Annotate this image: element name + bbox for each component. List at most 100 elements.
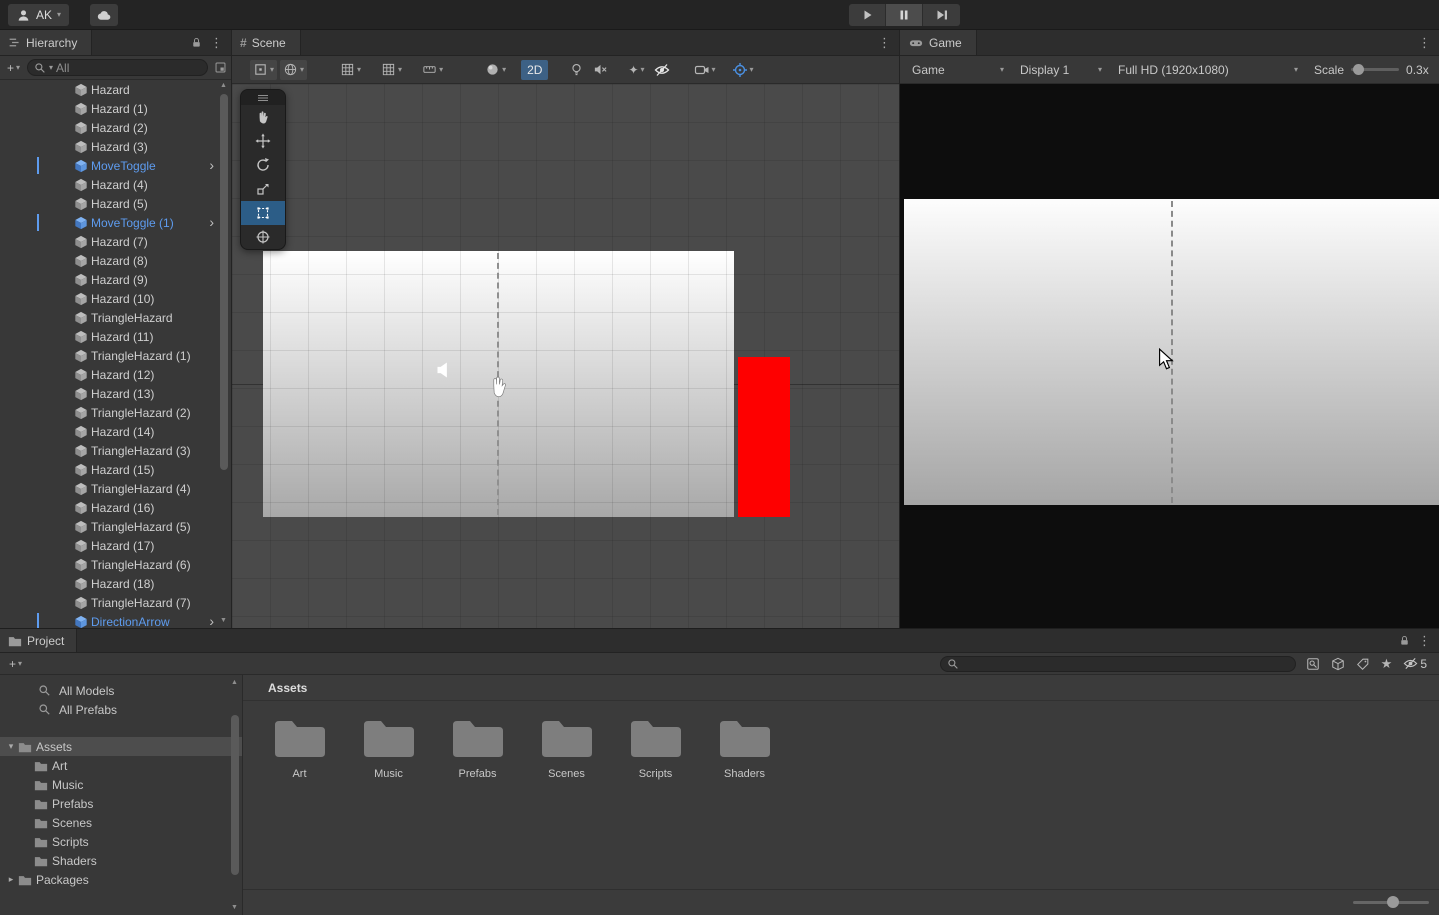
expander-closed-icon[interactable]: ▸ xyxy=(4,874,18,885)
transform-tool-button[interactable] xyxy=(241,225,285,249)
hierarchy-item[interactable]: DirectionArrow› xyxy=(0,612,218,628)
hierarchy-item[interactable]: MoveToggle› xyxy=(0,156,218,175)
snap-increment-button[interactable]: ▾ xyxy=(419,60,446,80)
hierarchy-scrollbar[interactable]: ▲ ▼ xyxy=(219,80,230,626)
draw-mode-button[interactable]: ▾ xyxy=(482,60,509,80)
hierarchy-item[interactable]: Hazard (13) xyxy=(0,384,218,403)
cloud-services-button[interactable] xyxy=(90,4,118,26)
gizmos-button[interactable]: ▾ xyxy=(729,60,757,80)
tab-scene[interactable]: # Scene xyxy=(232,30,301,55)
thumbnail-zoom-slider[interactable] xyxy=(1353,901,1429,904)
tool-settings-button[interactable]: ▾ xyxy=(250,60,277,80)
hierarchy-item[interactable]: Hazard (12) xyxy=(0,365,218,384)
hand-tool-button[interactable] xyxy=(241,105,285,129)
game-viewport[interactable] xyxy=(900,84,1439,628)
prefab-open-arrow[interactable]: › xyxy=(209,213,214,232)
scene-audio-toggle[interactable] xyxy=(590,60,611,80)
asset-folder[interactable]: Scenes xyxy=(522,717,611,780)
hierarchy-item[interactable]: Hazard (11) xyxy=(0,327,218,346)
project-search-field[interactable] xyxy=(940,656,1296,672)
lock-icon[interactable] xyxy=(190,36,203,49)
handle-orientation-button[interactable]: ▾ xyxy=(280,60,307,80)
asset-folder[interactable]: Prefabs xyxy=(433,717,522,780)
effects-dropdown-button[interactable]: ✦ ▾ xyxy=(625,60,647,80)
hierarchy-item[interactable]: Hazard (1) xyxy=(0,99,218,118)
zoom-slider-knob[interactable] xyxy=(1387,896,1399,908)
hierarchy-item[interactable]: TriangleHazard (4) xyxy=(0,479,218,498)
pause-button[interactable] xyxy=(886,4,923,26)
favorites-star-icon[interactable]: ★ xyxy=(1381,656,1393,672)
hierarchy-item[interactable]: Hazard (10) xyxy=(0,289,218,308)
favorite-item[interactable]: All Prefabs xyxy=(0,700,242,719)
scrollbar-thumb[interactable] xyxy=(220,94,228,470)
tree-item-packages[interactable]: ▸ Packages xyxy=(0,870,242,889)
asset-folder[interactable]: Art xyxy=(255,717,344,780)
hierarchy-item[interactable]: Hazard xyxy=(0,80,218,99)
hierarchy-item[interactable]: Hazard (14) xyxy=(0,422,218,441)
tree-folder-item[interactable]: Prefabs xyxy=(0,794,242,813)
scroll-down-icon[interactable]: ▼ xyxy=(231,904,238,911)
hierarchy-item[interactable]: TriangleHazard (6) xyxy=(0,555,218,574)
asset-folder[interactable]: Shaders xyxy=(700,717,789,780)
rect-tool-button[interactable] xyxy=(241,201,285,225)
step-button[interactable] xyxy=(923,4,960,26)
hierarchy-item[interactable]: MoveToggle (1)› xyxy=(0,213,218,232)
hierarchy-item[interactable]: TriangleHazard (3) xyxy=(0,441,218,460)
scene-lighting-toggle[interactable] xyxy=(566,60,587,80)
search-by-type-icon[interactable] xyxy=(1306,657,1320,671)
resolution-dropdown[interactable]: Full HD (1920x1080) ▾ xyxy=(1114,60,1302,80)
hierarchy-item[interactable]: TriangleHazard (7) xyxy=(0,593,218,612)
scale-slider[interactable] xyxy=(1351,68,1399,71)
create-asset-button[interactable]: + ▾ xyxy=(6,654,25,674)
kebab-menu-icon[interactable]: ⋮ xyxy=(210,35,223,51)
hierarchy-item[interactable]: TriangleHazard (2) xyxy=(0,403,218,422)
tree-folder-item[interactable]: Music xyxy=(0,775,242,794)
rotate-tool-button[interactable] xyxy=(241,153,285,177)
play-button[interactable] xyxy=(849,4,886,26)
hierarchy-search-field[interactable]: ▾ All xyxy=(27,59,208,76)
scene-visibility-toggle[interactable] xyxy=(651,60,673,80)
prefab-open-arrow[interactable]: › xyxy=(209,156,214,175)
hierarchy-item[interactable]: Hazard (18) xyxy=(0,574,218,593)
expander-open-icon[interactable]: ▾ xyxy=(4,741,18,752)
tree-folder-item[interactable]: Scenes xyxy=(0,813,242,832)
hierarchy-item[interactable]: TriangleHazard (5) xyxy=(0,517,218,536)
kebab-menu-icon[interactable]: ⋮ xyxy=(878,35,891,51)
asset-folder[interactable]: Music xyxy=(344,717,433,780)
tab-hierarchy[interactable]: Hierarchy xyxy=(0,30,92,55)
scale-slider-knob[interactable] xyxy=(1353,64,1364,75)
hierarchy-item[interactable]: Hazard (4) xyxy=(0,175,218,194)
tree-item-assets[interactable]: ▾ Assets xyxy=(0,737,242,756)
tab-project[interactable]: Project xyxy=(0,629,77,652)
hierarchy-item[interactable]: Hazard (9) xyxy=(0,270,218,289)
search-picker-icon[interactable] xyxy=(214,61,227,74)
hierarchy-item[interactable]: Hazard (2) xyxy=(0,118,218,137)
hierarchy-item[interactable]: Hazard (15) xyxy=(0,460,218,479)
tree-folder-item[interactable]: Scripts xyxy=(0,832,242,851)
hierarchy-item[interactable]: Hazard (7) xyxy=(0,232,218,251)
account-button[interactable]: AK ▾ xyxy=(8,4,69,26)
hierarchy-item[interactable]: Hazard (17) xyxy=(0,536,218,555)
hierarchy-item[interactable]: TriangleHazard xyxy=(0,308,218,327)
tree-folder-item[interactable]: Art xyxy=(0,756,242,775)
kebab-menu-icon[interactable]: ⋮ xyxy=(1418,35,1431,51)
display-dropdown[interactable]: Display 1 ▾ xyxy=(1016,60,1106,80)
scrollbar-thumb[interactable] xyxy=(231,715,239,875)
hierarchy-item[interactable]: Hazard (8) xyxy=(0,251,218,270)
packages-filter-icon[interactable] xyxy=(1331,657,1345,671)
hierarchy-item[interactable]: TriangleHazard (1) xyxy=(0,346,218,365)
grid-visibility-button[interactable]: ▾ xyxy=(378,60,405,80)
scroll-down-icon[interactable]: ▼ xyxy=(220,617,227,624)
hazard-red-block[interactable] xyxy=(738,357,790,517)
scroll-up-icon[interactable]: ▲ xyxy=(220,82,227,89)
create-object-button[interactable]: + ▾ xyxy=(4,58,23,78)
move-tool-button[interactable] xyxy=(241,129,285,153)
prefab-open-arrow[interactable]: › xyxy=(209,612,214,628)
asset-folder[interactable]: Scripts xyxy=(611,717,700,780)
scene-viewport[interactable] xyxy=(232,84,899,628)
hidden-count-toggle[interactable]: 5 xyxy=(1403,656,1427,671)
scale-tool-button[interactable] xyxy=(241,177,285,201)
kebab-menu-icon[interactable]: ⋮ xyxy=(1418,633,1431,649)
hierarchy-item[interactable]: Hazard (3) xyxy=(0,137,218,156)
project-tree-scrollbar[interactable]: ▲ ▼ xyxy=(230,677,241,913)
